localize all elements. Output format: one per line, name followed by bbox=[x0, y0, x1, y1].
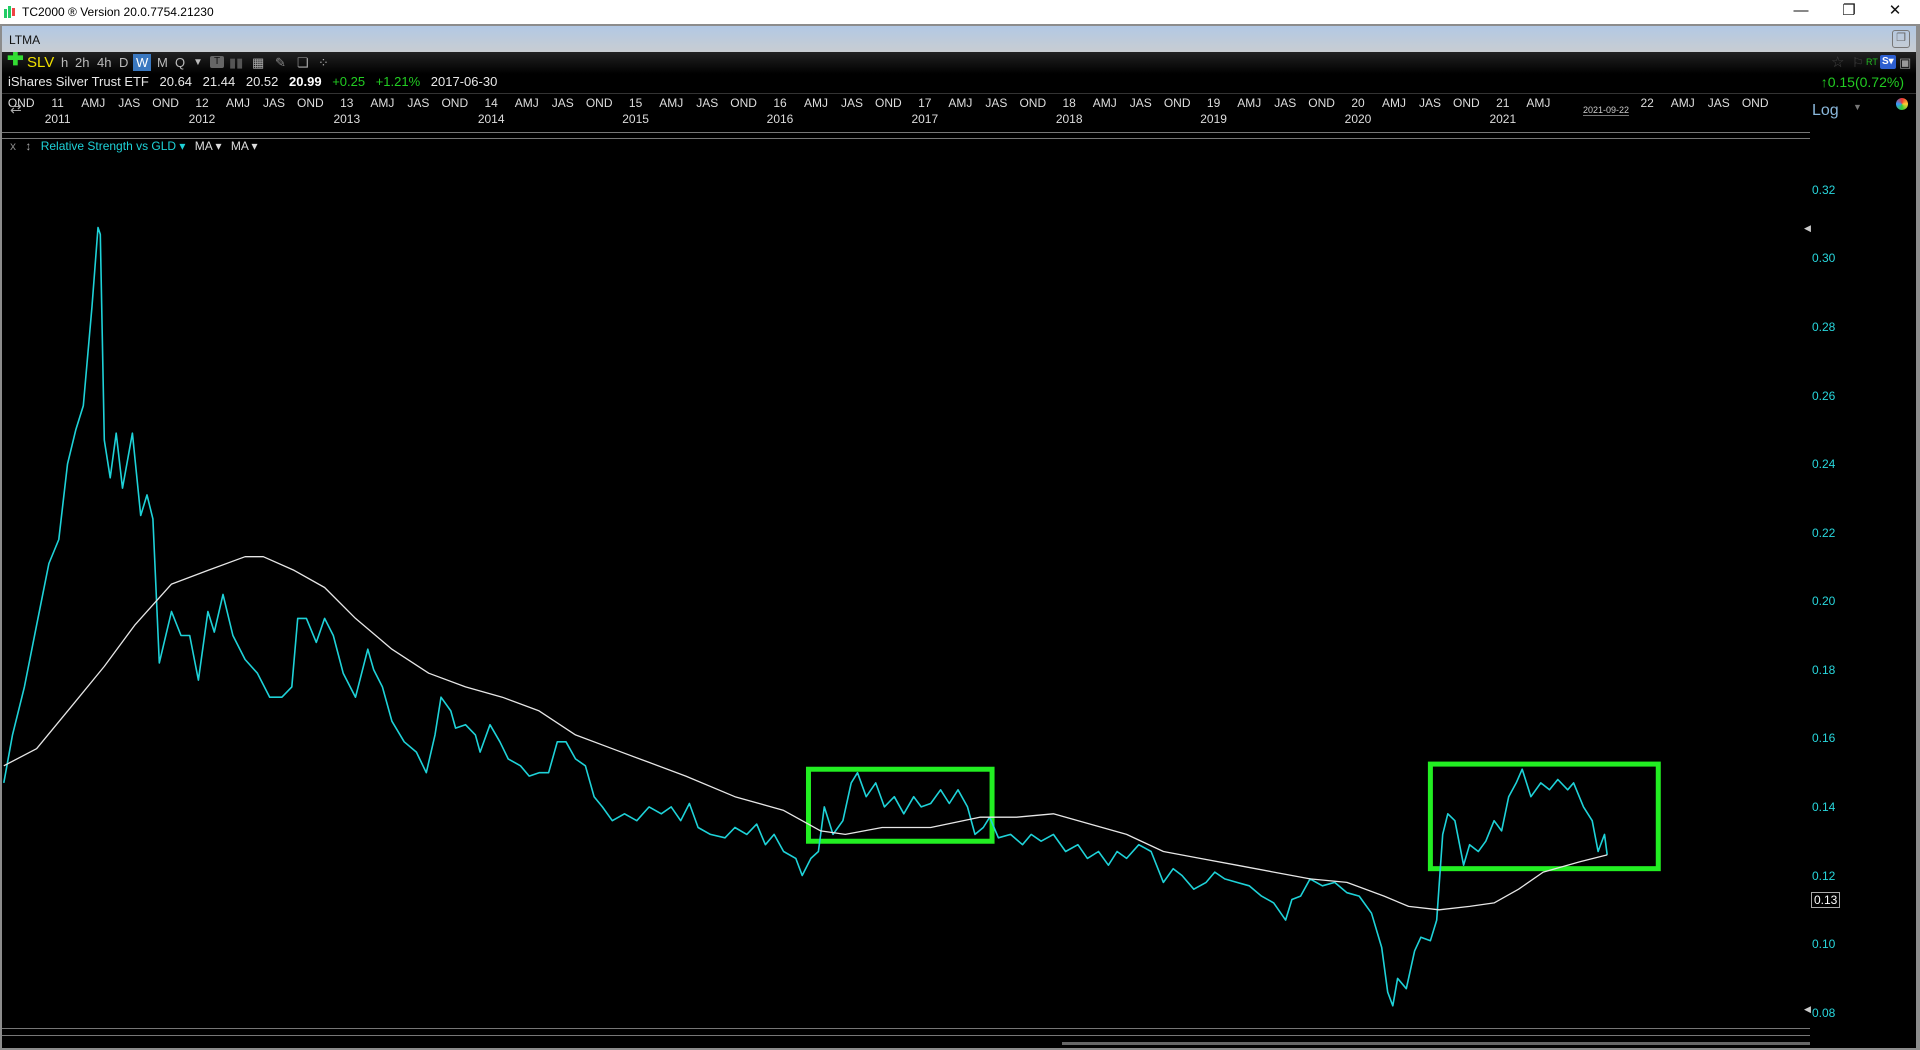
close-button[interactable]: ✕ bbox=[1872, 0, 1918, 24]
minimize-button[interactable]: — bbox=[1778, 0, 1824, 24]
layout-tab-bar: LTMA ❐ bbox=[2, 26, 1916, 52]
restore-pane-icon[interactable]: ❐ bbox=[1892, 30, 1910, 48]
restore-button[interactable]: ❐ bbox=[1826, 0, 1872, 24]
moving-average-line[interactable] bbox=[3, 556, 1608, 911]
window-title: TC2000 ® Version 20.0.7754.21230 bbox=[22, 5, 214, 19]
chart-window: ✚ SLV h 2h 4h D W M Q ▼ T ▮▮ ▦ ✎ ❏ ⁘ ☆ ⚐… bbox=[2, 52, 1916, 1048]
app-logo-icon bbox=[4, 6, 15, 18]
pane-divider bbox=[2, 1028, 1810, 1029]
pane-divider bbox=[2, 1035, 1810, 1036]
horizontal-scrollbar[interactable] bbox=[1062, 1042, 1810, 1045]
window-title-bar: TC2000 ® Version 20.0.7754.21230 — ❐ ✕ bbox=[0, 0, 1920, 24]
relative-strength-chart bbox=[3, 226, 1661, 1007]
highlight-box-annotation[interactable] bbox=[1427, 761, 1661, 872]
layout-name: LTMA bbox=[9, 33, 41, 47]
